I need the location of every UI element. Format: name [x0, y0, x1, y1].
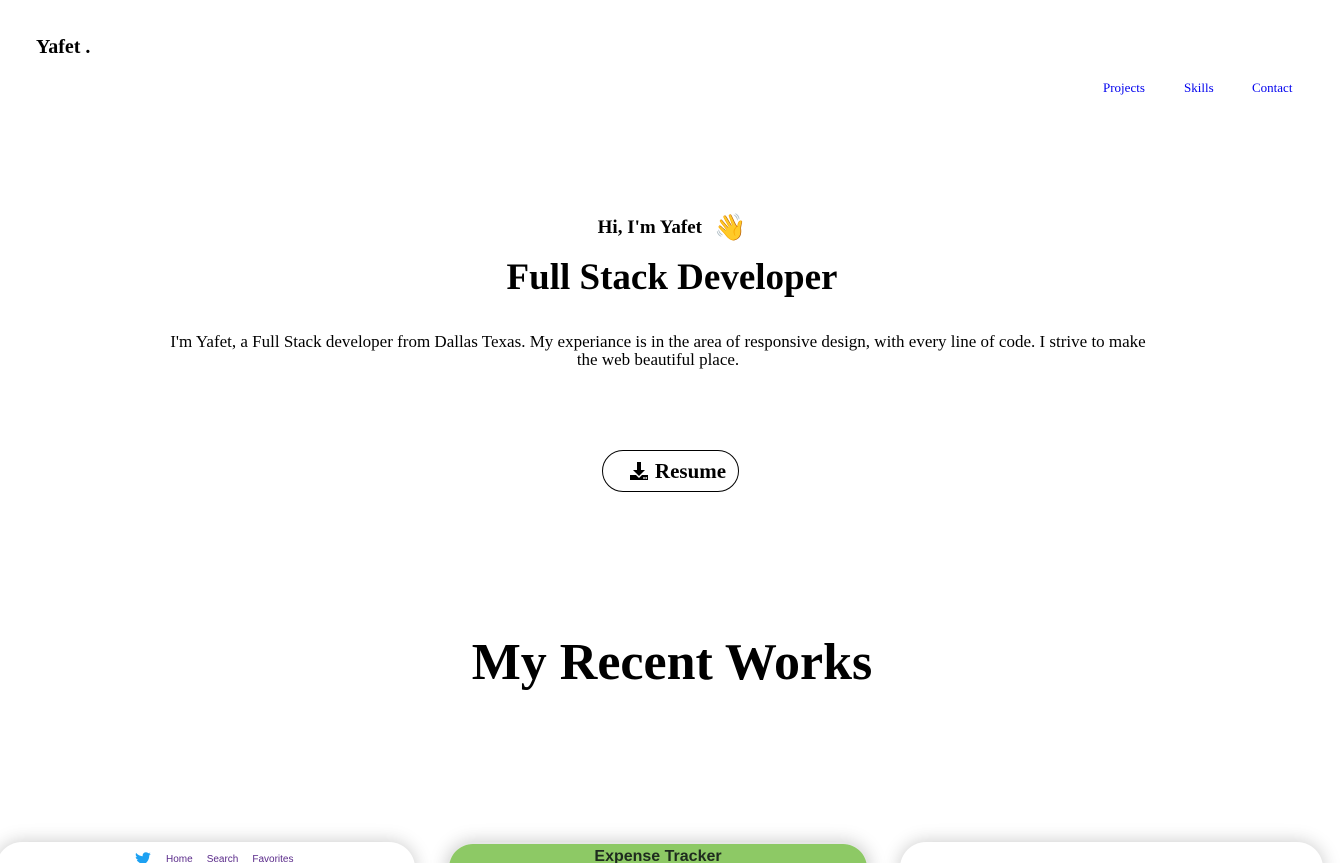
nav-link-contact[interactable]: Contact — [1252, 80, 1292, 96]
twitter-clone-nav: Home Search Favorites — [134, 852, 294, 863]
nav-link-projects[interactable]: Projects — [1103, 80, 1184, 96]
resume-button-label: Resume — [654, 458, 727, 483]
twitter-nav-search[interactable]: Search — [207, 854, 239, 863]
download-icon — [629, 462, 648, 480]
site-logo[interactable]: Yafet . — [36, 36, 90, 59]
hero-greeting: Hi, I'm Yafet 👋 — [0, 215, 1344, 241]
twitter-bird-icon — [135, 852, 151, 863]
twitter-nav-home[interactable]: Home — [166, 854, 193, 863]
nav-link-skills[interactable]: Skills — [1184, 80, 1252, 96]
greeting-text: Hi, I'm Yafet — [597, 217, 702, 238]
twitter-nav-favorites[interactable]: Favorites — [252, 854, 293, 863]
hero-role-title: Full Stack Developer — [506, 257, 838, 298]
portfolio-page: Yafet . Projects Skills Contact Hi, I'm … — [0, 0, 1344, 863]
waving-hand-icon: 👋 — [713, 213, 747, 243]
recent-works-title: My Recent Works — [471, 634, 873, 691]
hero-bio: I'm Yafet, a Full Stack developer from D… — [170, 332, 1146, 369]
expense-tracker-header: Expense Tracker — [449, 844, 867, 863]
project-card-third[interactable] — [900, 842, 1323, 863]
top-nav: Projects Skills Contact — [1103, 80, 1292, 96]
project-card-expense-tracker[interactable]: Expense Tracker — [447, 842, 869, 863]
resume-button[interactable]: Resume — [602, 450, 739, 492]
project-card-twitter[interactable]: Home Search Favorites — [0, 842, 415, 863]
